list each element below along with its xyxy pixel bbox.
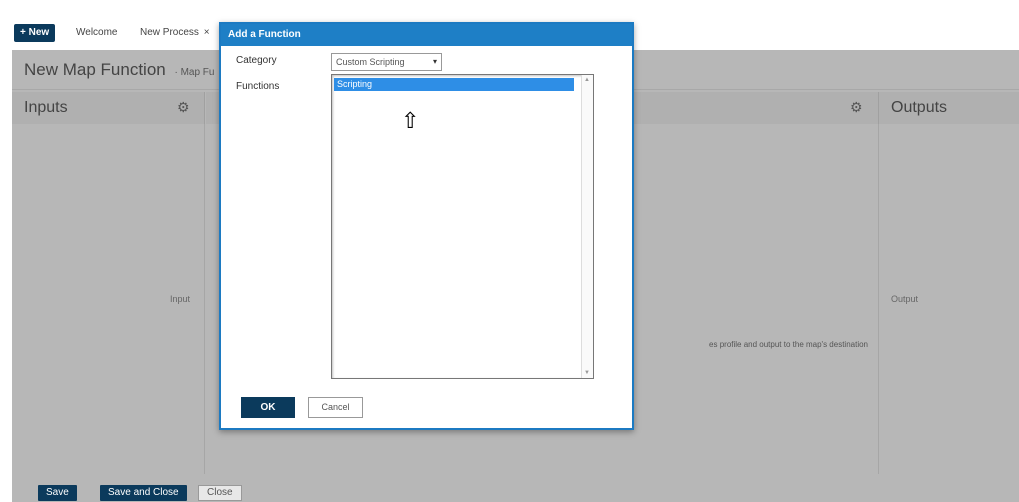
input-item[interactable]: Input — [170, 294, 190, 304]
close-button[interactable]: Close — [198, 485, 242, 501]
page-title: New Map Function · Map Fu — [24, 60, 214, 80]
inputs-heading: Inputs — [24, 99, 68, 116]
category-select[interactable]: Custom Scripting ▾ — [331, 53, 442, 71]
list-item-scripting[interactable]: Scripting — [334, 78, 574, 91]
tab-new-process-label: New Process — [140, 27, 199, 38]
category-select-value: Custom Scripting — [336, 57, 405, 67]
chevron-down-icon: ▾ — [432, 57, 437, 66]
output-item[interactable]: Output — [891, 294, 918, 304]
gear-icon[interactable]: ⚙ — [850, 99, 863, 116]
function-description: es profile and output to the map's desti… — [709, 340, 868, 349]
inputs-panel: Input — [12, 124, 205, 474]
cancel-button[interactable]: Cancel — [308, 397, 363, 418]
outputs-column-header: Outputs — [879, 92, 1019, 124]
scroll-up-icon[interactable]: ▲ — [584, 77, 590, 83]
new-button[interactable]: + New — [14, 24, 56, 42]
listbox-scrollbar[interactable]: ▲ ▼ — [581, 75, 593, 378]
gear-icon[interactable]: ⚙ — [177, 99, 190, 116]
add-function-dialog: Add a Function Category Custom Scripting… — [219, 22, 634, 430]
tab-close-icon[interactable]: × — [204, 27, 210, 38]
outputs-panel: Output — [879, 124, 1019, 474]
functions-listbox[interactable]: Scripting ▲ ▼ — [331, 74, 594, 379]
tab-welcome[interactable]: Welcome — [76, 27, 118, 38]
up-arrow-cursor-icon: ⇧ — [401, 108, 420, 133]
tab-new-process[interactable]: New Process × — [140, 27, 210, 38]
functions-label: Functions — [236, 81, 280, 92]
scroll-down-icon[interactable]: ▼ — [584, 370, 590, 376]
tab-welcome-label: Welcome — [76, 27, 118, 38]
save-button[interactable]: Save — [38, 485, 77, 501]
page-subtitle: · Map Fu — [174, 67, 215, 78]
bottom-toolbar: Save Save and Close Close — [12, 478, 1019, 502]
category-label: Category — [236, 55, 277, 66]
inputs-column-header: Inputs ⚙ — [12, 92, 205, 124]
ok-button[interactable]: OK — [241, 397, 295, 418]
page-title-text: New Map Function — [24, 60, 166, 79]
dialog-title[interactable]: Add a Function — [221, 24, 632, 46]
outputs-heading: Outputs — [891, 99, 948, 116]
save-and-close-button[interactable]: Save and Close — [100, 485, 187, 501]
